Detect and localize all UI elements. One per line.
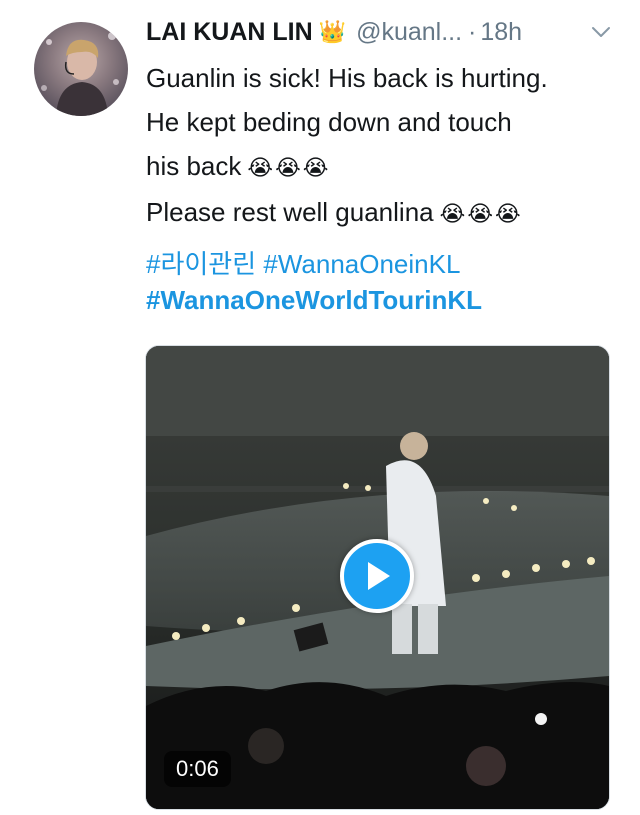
tweet-text: Guanlin is sick! His back is hurting. He…: [146, 56, 616, 236]
tweet-header: LAI KUAN LIN 👑 @kuanl... · 18h: [146, 14, 612, 50]
avatar-image: [41, 32, 119, 116]
tweet-line-text: his back: [146, 151, 242, 181]
play-icon: [368, 562, 390, 590]
user-handle[interactable]: @kuanl...: [356, 18, 462, 47]
tweet-line: Guanlin is sick! His back is hurting.: [146, 63, 548, 93]
avatar[interactable]: [34, 22, 128, 116]
crown-emoji: 👑: [318, 19, 347, 44]
hashtag-link[interactable]: #WannaOneinKL: [263, 249, 460, 279]
sobbing-emoji: 😭😭😭: [247, 155, 331, 180]
tweet-line: Please rest well guanlina 😭😭😭: [146, 190, 616, 236]
sobbing-emoji: 😭😭😭: [439, 201, 523, 226]
video-player[interactable]: 0:06: [145, 345, 610, 810]
tweet-line-text: Please rest well guanlina: [146, 197, 434, 227]
chevron-down-icon[interactable]: [590, 22, 612, 42]
play-button[interactable]: [340, 539, 414, 613]
video-duration: 0:06: [164, 751, 231, 787]
tweet-line: He kept beding down and touch: [146, 107, 512, 137]
tweet-line: his back 😭😭😭: [146, 144, 616, 190]
hashtag-link[interactable]: #라이관린: [146, 249, 256, 279]
display-name[interactable]: LAI KUAN LIN: [146, 18, 313, 47]
separator-dot: ·: [468, 17, 477, 46]
hashtag-link[interactable]: #WannaOneWorldTourinKL: [146, 285, 482, 315]
hashtags: #라이관린 #WannaOneinKL #WannaOneWorldTourin…: [146, 246, 616, 318]
timestamp[interactable]: 18h: [480, 18, 522, 47]
